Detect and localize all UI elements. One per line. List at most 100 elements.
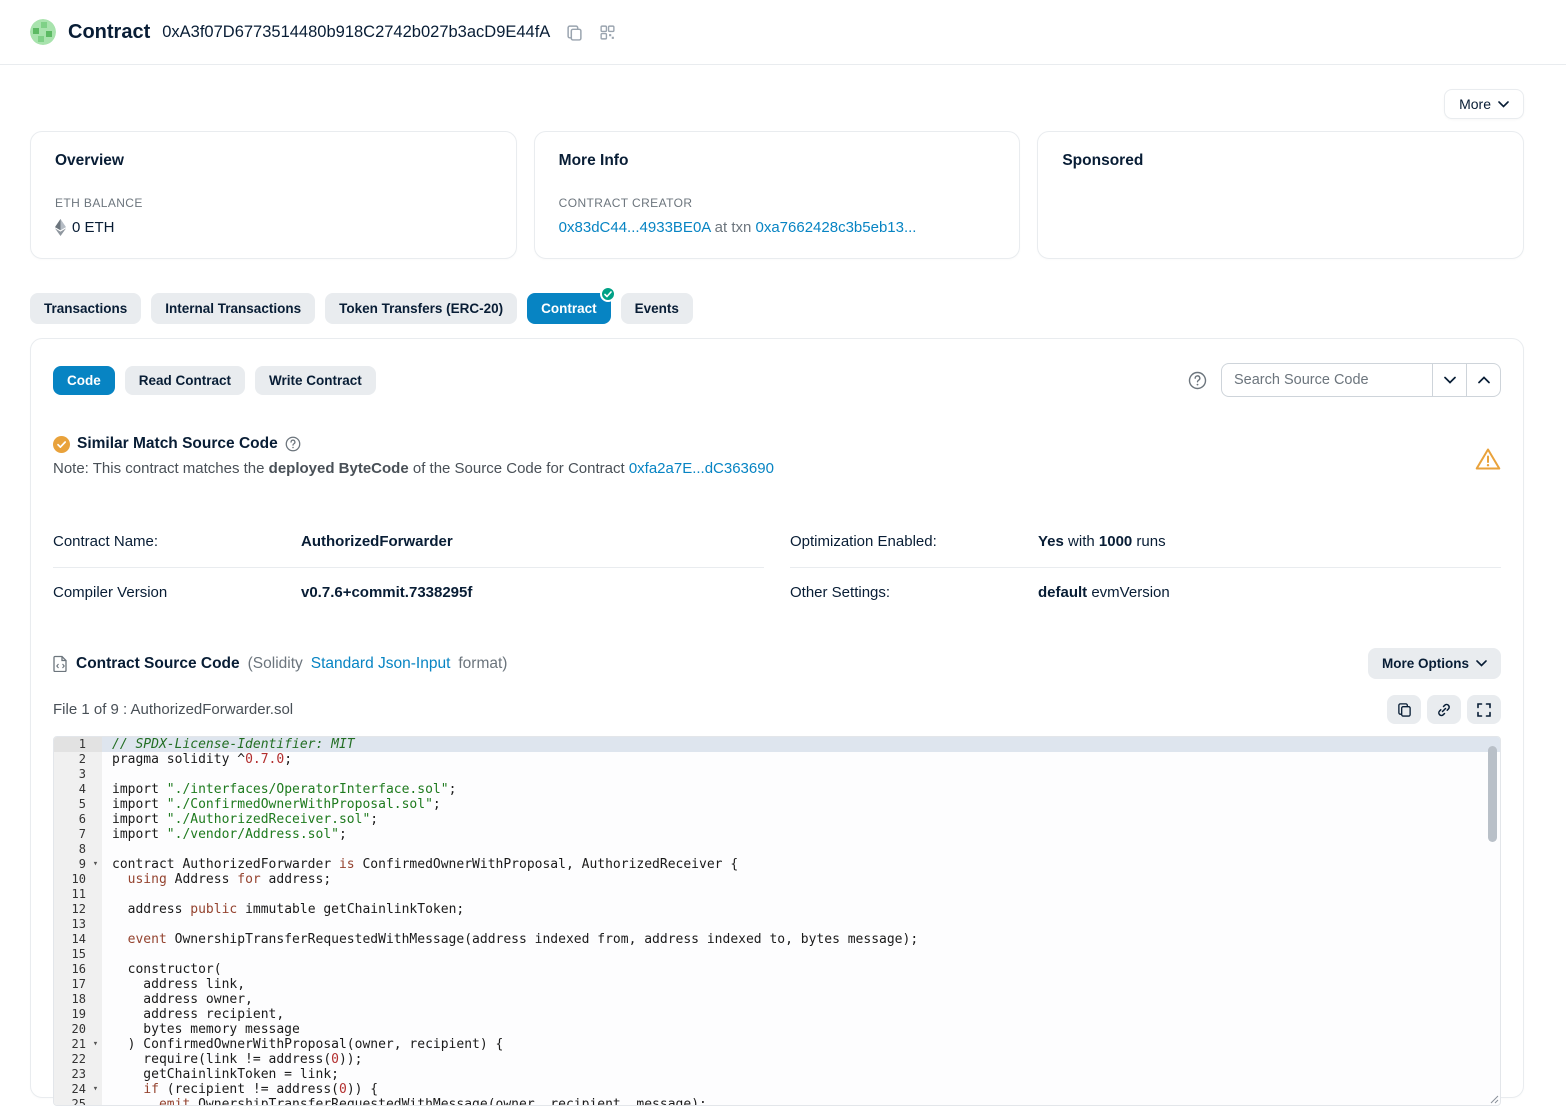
contract-avatar xyxy=(30,19,56,45)
code-line: 8 xyxy=(54,842,1500,857)
code-line: 13 xyxy=(54,917,1500,932)
verified-check-icon xyxy=(600,286,616,302)
sponsored-title: Sponsored xyxy=(1062,152,1499,170)
tab-bar: Transactions Internal Transactions Token… xyxy=(30,293,1536,324)
other-settings-value: default evmVersion xyxy=(1038,584,1170,601)
code-line: 17 address link, xyxy=(54,977,1500,992)
sponsored-card: Sponsored xyxy=(1037,131,1524,259)
chevron-down-icon xyxy=(1498,101,1509,108)
contract-name-row: Contract Name: AuthorizedForwarder xyxy=(53,517,764,568)
other-settings-label: Other Settings: xyxy=(790,584,1038,601)
tab-internal-transactions[interactable]: Internal Transactions xyxy=(151,293,315,324)
creator-address-link[interactable]: 0x83dC44...4933BE0A xyxy=(559,219,711,236)
compiler-version-value: v0.7.6+commit.7338295f xyxy=(301,584,472,601)
code-line: 19 address recipient, xyxy=(54,1007,1500,1022)
file-label: File 1 of 9 : AuthorizedForwarder.sol xyxy=(53,701,293,718)
code-line: 16 constructor( xyxy=(54,962,1500,977)
page-actions-row: More xyxy=(30,89,1524,119)
eth-icon xyxy=(55,219,66,236)
tab-transactions[interactable]: Transactions xyxy=(30,293,141,324)
details-left-column: Contract Name: AuthorizedForwarder Compi… xyxy=(53,517,764,618)
fold-arrow-icon[interactable]: ▾ xyxy=(89,857,102,872)
copy-icon xyxy=(1397,702,1412,717)
code-line: 25 emit OwnershipTransferRequestedWithMe… xyxy=(54,1097,1500,1106)
code-line: 20 bytes memory message xyxy=(54,1022,1500,1037)
chevron-up-icon xyxy=(1478,376,1490,384)
similar-match-title: Similar Match Source Code xyxy=(77,435,278,453)
optimization-label: Optimization Enabled: xyxy=(790,533,1038,550)
code-line: 3 xyxy=(54,767,1500,782)
code-line: 2pragma solidity ^0.7.0; xyxy=(54,752,1500,767)
tab-token-transfers[interactable]: Token Transfers (ERC-20) xyxy=(325,293,517,324)
code-line: 10 using Address for address; xyxy=(54,872,1500,887)
subtab-write-contract[interactable]: Write Contract xyxy=(255,366,376,395)
similar-match-check-icon xyxy=(53,436,70,453)
format-suffix: format) xyxy=(458,655,507,673)
json-input-link[interactable]: Standard Json-Input xyxy=(311,655,451,673)
help-icon[interactable] xyxy=(1188,371,1207,390)
code-line: 24▾ if (recipient != address(0)) { xyxy=(54,1082,1500,1097)
contract-address: 0xA3f07D6773514480b918C2742b027b3acD9E44… xyxy=(162,23,550,42)
overview-title: Overview xyxy=(55,152,492,170)
summary-cards: Overview ETH BALANCE 0 ETH More Info CON… xyxy=(30,131,1524,259)
eth-balance-label: ETH BALANCE xyxy=(55,196,492,210)
fullscreen-button[interactable] xyxy=(1467,695,1501,724)
search-prev-button[interactable] xyxy=(1467,363,1501,397)
editor-scrollbar[interactable] xyxy=(1488,746,1497,842)
overview-card: Overview ETH BALANCE 0 ETH xyxy=(30,131,517,259)
chevron-down-icon xyxy=(1476,660,1487,667)
optimization-row: Optimization Enabled: Yes with 1000 runs xyxy=(790,517,1501,568)
fold-arrow-icon[interactable]: ▾ xyxy=(89,1082,102,1097)
format-prefix: (Solidity xyxy=(248,655,303,673)
tab-events[interactable]: Events xyxy=(621,293,693,324)
more-button-label: More xyxy=(1459,96,1491,112)
similar-match-note: Note: This contract matches the deployed… xyxy=(53,460,774,477)
code-line: 7import "./vendor/Address.sol"; xyxy=(54,827,1500,842)
tab-contract[interactable]: Contract xyxy=(527,293,611,324)
contract-panel: Code Read Contract Write Contract xyxy=(30,338,1524,1098)
source-code-editor[interactable]: 1// SPDX-License-Identifier: MIT2pragma … xyxy=(53,736,1501,1106)
code-line: 15 xyxy=(54,947,1500,962)
creation-txn-link[interactable]: 0xa7662428c3b5eb13... xyxy=(756,219,917,236)
permalink-button[interactable] xyxy=(1427,695,1461,724)
copy-address-icon[interactable] xyxy=(566,24,583,41)
matched-contract-link[interactable]: 0xfa2a7E...dC363690 xyxy=(629,460,774,477)
code-line: 21▾ ) ConfirmedOwnerWithProposal(owner, … xyxy=(54,1037,1500,1052)
search-next-button[interactable] xyxy=(1433,363,1467,397)
code-line: 18 address owner, xyxy=(54,992,1500,1007)
contract-creator-label: CONTRACT CREATOR xyxy=(559,196,996,210)
source-code-header: Contract Source Code (Solidity Standard … xyxy=(53,655,507,673)
details-right-column: Optimization Enabled: Yes with 1000 runs… xyxy=(790,517,1501,618)
subtab-code[interactable]: Code xyxy=(53,366,115,395)
code-line: 5import "./ConfirmedOwnerWithProposal.so… xyxy=(54,797,1500,812)
code-line: 6import "./AuthorizedReceiver.sol"; xyxy=(54,812,1500,827)
more-button[interactable]: More xyxy=(1444,89,1524,119)
more-info-title: More Info xyxy=(559,152,996,170)
compiler-version-label: Compiler Version xyxy=(53,584,301,601)
fold-arrow-icon[interactable]: ▾ xyxy=(89,1037,102,1052)
code-line: 1// SPDX-License-Identifier: MIT xyxy=(54,737,1500,752)
code-action-buttons xyxy=(1387,695,1501,724)
code-line: 23 getChainlinkToken = link; xyxy=(54,1067,1500,1082)
code-lines: 1// SPDX-License-Identifier: MIT2pragma … xyxy=(54,737,1500,1106)
more-options-button[interactable]: More Options xyxy=(1368,648,1501,679)
search-source-input[interactable] xyxy=(1221,363,1433,397)
file-icon xyxy=(53,655,68,672)
eth-balance-value: 0 ETH xyxy=(72,219,115,236)
code-line: 12 address public immutable getChainlink… xyxy=(54,902,1500,917)
contract-name-label: Contract Name: xyxy=(53,533,301,550)
copy-source-button[interactable] xyxy=(1387,695,1421,724)
warning-icon[interactable] xyxy=(1475,447,1501,471)
code-line: 4import "./interfaces/OperatorInterface.… xyxy=(54,782,1500,797)
source-search-group xyxy=(1221,363,1501,397)
more-options-label: More Options xyxy=(1382,656,1469,671)
contract-subtabs: Code Read Contract Write Contract xyxy=(53,366,376,395)
optimization-value: Yes with 1000 runs xyxy=(1038,533,1166,550)
verification-details: Contract Name: AuthorizedForwarder Compi… xyxy=(53,517,1501,618)
question-icon[interactable] xyxy=(285,436,301,452)
compiler-version-row: Compiler Version v0.7.6+commit.7338295f xyxy=(53,568,764,618)
code-line: 9▾contract AuthorizedForwarder is Confir… xyxy=(54,857,1500,872)
source-code-title: Contract Source Code xyxy=(76,655,240,673)
qr-code-icon[interactable] xyxy=(599,24,616,41)
subtab-read-contract[interactable]: Read Contract xyxy=(125,366,245,395)
